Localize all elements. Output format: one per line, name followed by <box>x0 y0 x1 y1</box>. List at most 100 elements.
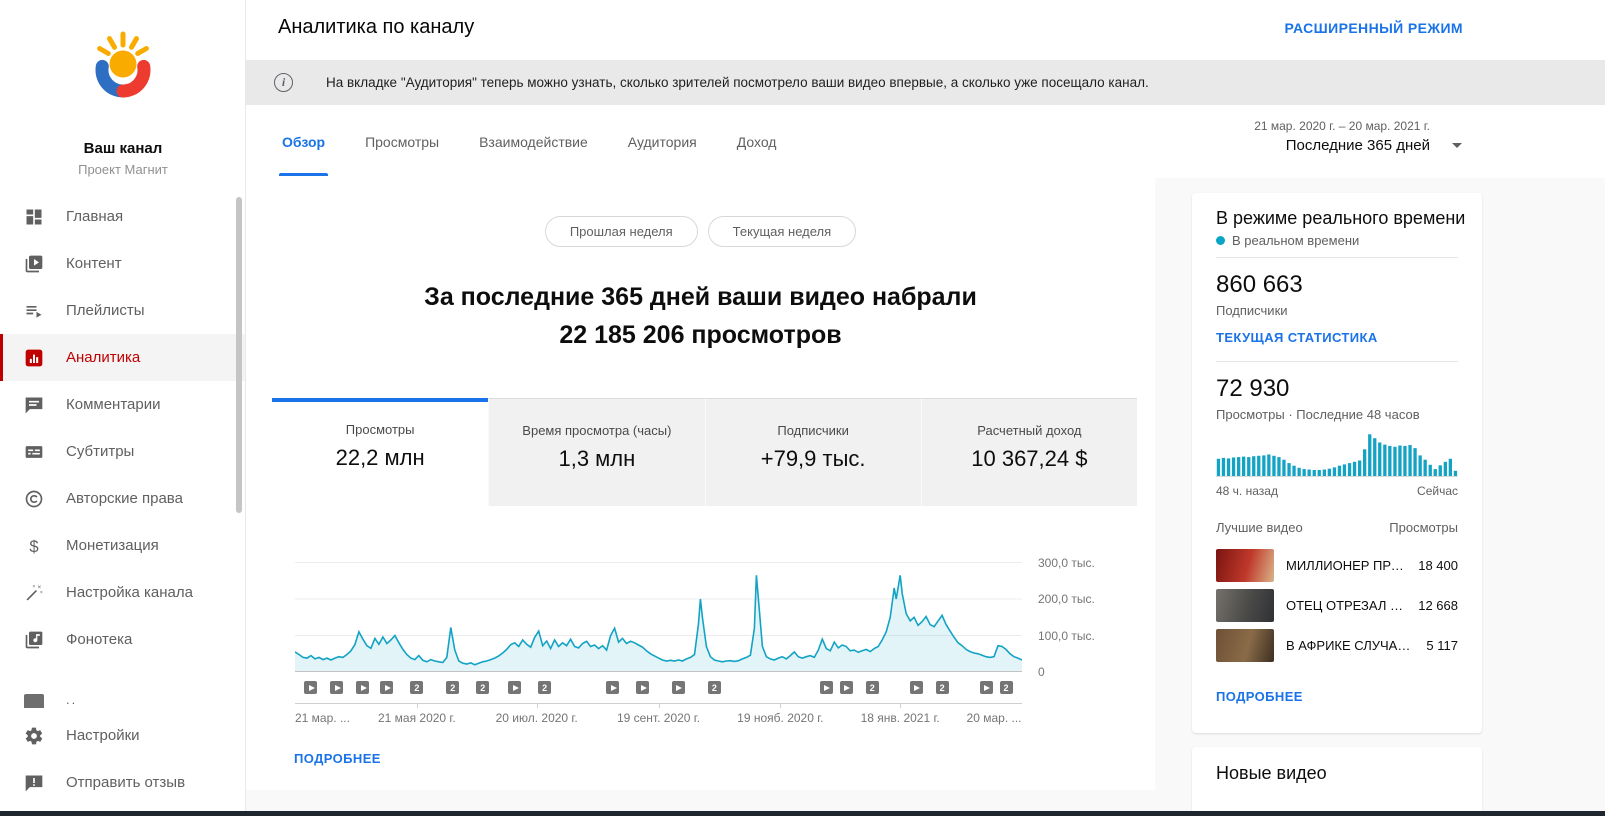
top-video-row-2[interactable]: В АФРИКЕ СЛУЧАЙНЫЙ...5 117 <box>1216 625 1458 665</box>
metric-value: 22,2 млн <box>272 445 488 471</box>
svg-text:×: × <box>40 589 43 595</box>
sidebar: Ваш канал Проект Магнит ГлавнаяКонтентПл… <box>0 0 246 816</box>
sidebar-item-label: Главная <box>66 208 123 225</box>
sidebar-item-9[interactable]: Фонотека <box>0 616 245 663</box>
video-marker-count[interactable]: 2 <box>410 681 423 694</box>
see-more-link[interactable]: ПОДРОБНЕЕ <box>294 751 381 766</box>
y-tick-label: 300,0 тыс. <box>1038 556 1118 570</box>
week-chips: Прошлая неделя Текущая неделя <box>246 216 1155 247</box>
sidebar-item-7[interactable]: $Монетизация <box>0 522 245 569</box>
sidebar-item-4[interactable]: Комментарии <box>0 381 245 428</box>
tab-4[interactable]: Доход <box>737 105 777 178</box>
live-dot-icon <box>1216 236 1225 245</box>
video-marker-count[interactable]: 2 <box>936 681 949 694</box>
tab-3[interactable]: Аудитория <box>628 105 697 178</box>
date-range-preset: Последние 365 дней <box>1254 137 1430 154</box>
realtime-title: В режиме реального времени <box>1216 208 1465 229</box>
realtime-card: В режиме реального времени В реальном вр… <box>1192 193 1482 733</box>
top-video-row-0[interactable]: МИЛЛИОНЕР ПРОДАЛ...18 400 <box>1216 545 1458 585</box>
sidebar-item-label: Аналитика <box>66 349 140 366</box>
y-tick-label: 200,0 тыс. <box>1038 592 1118 606</box>
sidebar-item-partial[interactable]: .. <box>24 694 224 708</box>
analytics-tabs: Обзор Просмотры Взаимодействие Аудитория Дох… <box>282 105 776 178</box>
week-chip-1[interactable]: Текущая неделя <box>708 216 856 247</box>
sidebar-scrollbar[interactable] <box>236 197 242 513</box>
video-marker-play-icon[interactable] <box>356 681 369 694</box>
sidebar-item-label: Авторские права <box>66 490 183 507</box>
sidebar-item-3[interactable]: Аналитика <box>0 334 245 381</box>
video-marker-play-icon[interactable] <box>672 681 685 694</box>
video-marker-play-icon[interactable] <box>304 681 317 694</box>
metric-tab-2[interactable]: Подписчики +79,9 тыс. <box>705 398 921 506</box>
content-icon <box>24 254 44 274</box>
video-marker-play-icon[interactable] <box>330 681 343 694</box>
playlists-icon <box>24 301 44 321</box>
video-marker-play-icon[interactable] <box>910 681 923 694</box>
new-videos-title: Новые видео <box>1216 763 1327 784</box>
video-marker-count[interactable]: 2 <box>538 681 551 694</box>
video-thumbnail <box>1216 629 1274 662</box>
sidebar-item-label: Субтитры <box>66 443 134 460</box>
views-48h-count: 72 930 <box>1216 375 1289 403</box>
metric-tab-0[interactable]: Просмотры 22,2 млн <box>272 398 488 506</box>
analytics-icon <box>24 348 44 368</box>
x-tick-label: 21 мая 2020 г. <box>357 711 477 725</box>
subtitles-icon <box>24 442 44 462</box>
current-stats-link[interactable]: ТЕКУЩАЯ СТАТИСТИКА <box>1216 330 1378 345</box>
tab-2[interactable]: Взаимодействие <box>479 105 588 178</box>
sidebar-item-label: Настройки <box>66 727 140 744</box>
header: Аналитика по каналу РАСШИРЕННЫЙ РЕЖИМ <box>246 0 1605 60</box>
week-chip-0[interactable]: Прошлая неделя <box>545 216 698 247</box>
metric-label: Подписчики <box>706 423 921 438</box>
y-tick-label: 100,0 тыс. <box>1038 629 1118 643</box>
sidebar-item-label: Монетизация <box>66 537 159 554</box>
advanced-mode-link[interactable]: РАСШИРЕННЫЙ РЕЖИМ <box>1284 20 1463 36</box>
video-marker-play-icon[interactable] <box>980 681 993 694</box>
sidebar-item-label: Комментарии <box>66 396 160 413</box>
sidebar-item-0[interactable]: Главная <box>0 193 245 240</box>
sidebar-item-2[interactable]: Плейлисты <box>0 287 245 334</box>
video-marker-play-icon[interactable] <box>380 681 393 694</box>
metric-label: Просмотры <box>272 422 488 437</box>
video-marker-play-icon[interactable] <box>606 681 619 694</box>
metric-label: Расчетный доход <box>922 423 1137 438</box>
dashboard-icon <box>24 207 44 227</box>
x-axis-tick <box>537 703 538 708</box>
video-marker-count[interactable]: 2 <box>476 681 489 694</box>
video-marker-play-icon[interactable] <box>508 681 521 694</box>
sidebar-bottom-nav: Настройки Отправить отзыв <box>0 712 245 806</box>
realtime-see-more-link[interactable]: ПОДРОБНЕЕ <box>1216 689 1303 704</box>
sidebar-item-label: Контент <box>66 255 122 272</box>
x-tick-label: 19 нояб. 2020 г. <box>720 711 840 725</box>
video-thumbnail <box>1216 589 1274 622</box>
sidebar-bottom-item-1[interactable]: Отправить отзыв <box>0 759 245 806</box>
sidebar-item-8[interactable]: ×××Настройка канала <box>0 569 245 616</box>
video-marker-play-icon[interactable] <box>840 681 853 694</box>
video-marker-count[interactable]: 2 <box>866 681 879 694</box>
channel-name: Ваш канал <box>0 140 246 157</box>
views-line-chart <box>295 545 1022 672</box>
video-views: 18 400 <box>1418 558 1458 573</box>
tab-1[interactable]: Просмотры <box>365 105 439 178</box>
metric-tab-3[interactable]: Расчетный доход 10 367,24 $ <box>921 398 1137 506</box>
sidebar-item-1[interactable]: Контент <box>0 240 245 287</box>
video-marker-count[interactable]: 2 <box>446 681 459 694</box>
x-axis-tick <box>900 703 901 708</box>
date-range-selector[interactable]: 21 мар. 2020 г. – 20 мар. 2021 г. Послед… <box>1254 119 1430 154</box>
banner-text: На вкладке "Аудитория" теперь можно узна… <box>326 75 1149 90</box>
live-status: В реальном времени <box>1216 233 1359 248</box>
partial-item-label: .. <box>66 694 77 707</box>
video-marker-count[interactable]: 2 <box>708 681 721 694</box>
video-marker-play-icon[interactable] <box>636 681 649 694</box>
video-marker-play-icon[interactable] <box>820 681 833 694</box>
channel-avatar[interactable] <box>84 26 162 104</box>
sidebar-item-6[interactable]: Авторские права <box>0 475 245 522</box>
metric-tab-1[interactable]: Время просмотра (часы) 1,3 млн <box>488 398 704 506</box>
sidebar-item-5[interactable]: Субтитры <box>0 428 245 475</box>
top-video-row-1[interactable]: ОТЕЦ ОТРЕЗАЛ НОГИ ...12 668 <box>1216 585 1458 625</box>
x-tick-label: 21 мар. ... <box>295 711 350 725</box>
sidebar-bottom-item-0[interactable]: Настройки <box>0 712 245 759</box>
tab-0[interactable]: Обзор <box>282 105 325 178</box>
video-marker-count[interactable]: 2 <box>1000 681 1013 694</box>
subscribers-count: 860 663 <box>1216 271 1303 299</box>
